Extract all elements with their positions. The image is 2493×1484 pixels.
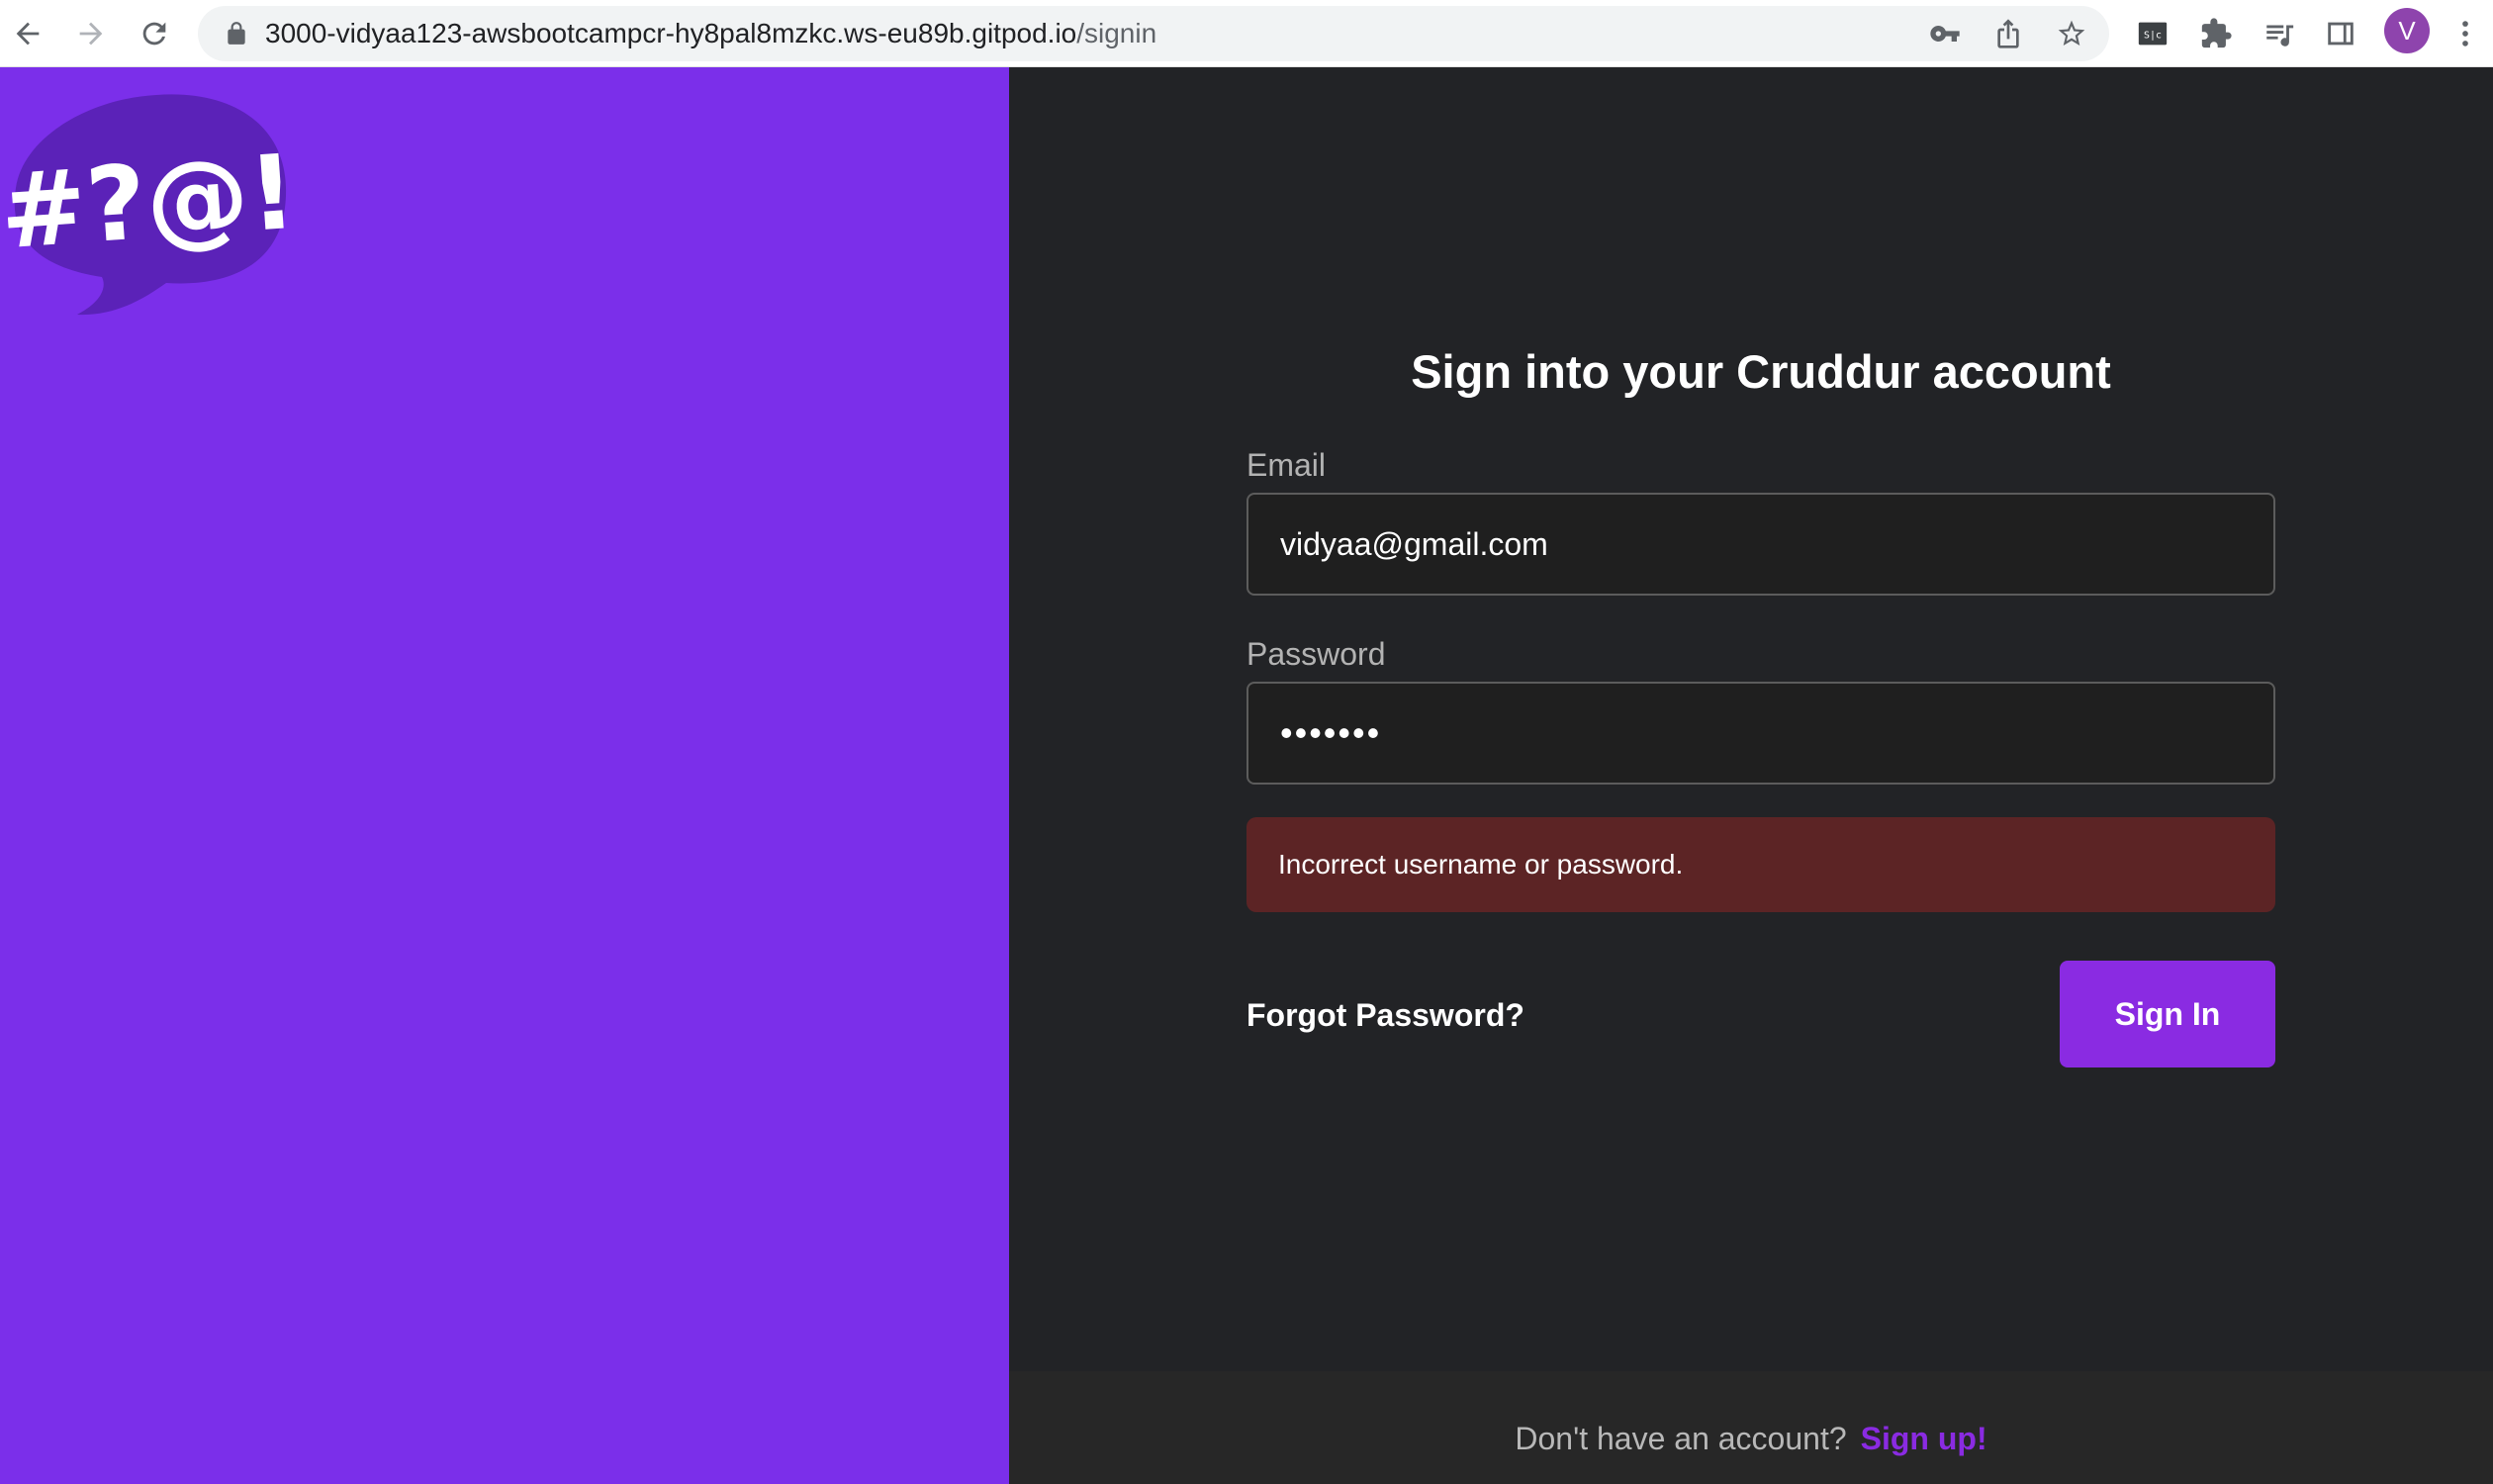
forward-button[interactable] (67, 10, 115, 57)
back-arrow-icon (16, 22, 40, 46)
logo-text: #?@! (8, 132, 295, 273)
password-field[interactable] (1246, 682, 2275, 785)
svg-text:S|c: S|c (2144, 30, 2162, 41)
signin-panel: Sign into your Cruddur account Email Pas… (1009, 67, 2493, 1484)
back-button[interactable] (4, 10, 51, 57)
url-host: 3000-vidyaa123-awsbootcampcr-hy8pal8mzkc… (265, 18, 1077, 48)
bookmark-star-icon[interactable] (2054, 16, 2089, 51)
url-text: 3000-vidyaa123-awsbootcampcr-hy8pal8mzkc… (265, 6, 1156, 61)
signup-footer: Don't have an account? Sign up! (1009, 1371, 2493, 1484)
reading-list-icon[interactable] (2258, 12, 2301, 55)
url-path: /signin (1076, 18, 1157, 48)
sign-in-button[interactable]: Sign In (2060, 961, 2275, 1067)
reload-icon (142, 22, 166, 46)
signup-prompt: Don't have an account? (1515, 1421, 1847, 1456)
page-title: Sign into your Cruddur account (1411, 345, 2111, 398)
puzzle-icon[interactable] (2194, 12, 2238, 55)
password-label: Password (1246, 636, 1386, 672)
brand-panel: #?@! (0, 67, 1009, 1484)
browser-toolbar: 3000-vidyaa123-awsbootcampcr-hy8pal8mzkc… (0, 0, 2493, 67)
kebab-menu-icon[interactable] (2444, 12, 2487, 55)
key-icon[interactable] (1927, 16, 1963, 51)
error-message: Incorrect username or password. (1278, 849, 1684, 880)
sign-up-link[interactable]: Sign up! (1861, 1421, 1987, 1457)
error-alert: Incorrect username or password. (1246, 817, 2275, 912)
email-field[interactable] (1246, 493, 2275, 596)
profile-avatar[interactable]: V (2384, 8, 2430, 53)
forgot-password-link[interactable]: Forgot Password? (1246, 997, 1524, 1034)
address-bar[interactable]: 3000-vidyaa123-awsbootcampcr-hy8pal8mzkc… (198, 6, 2109, 61)
forward-arrow-icon (79, 22, 103, 46)
side-panel-icon[interactable] (2319, 12, 2362, 55)
extension-icon[interactable]: S|c (2131, 12, 2174, 55)
share-icon[interactable] (1990, 16, 2026, 51)
cruddur-logo: #?@! (8, 94, 295, 316)
email-label: Email (1246, 447, 1327, 483)
reload-button[interactable] (131, 10, 178, 57)
lock-icon (228, 22, 245, 45)
